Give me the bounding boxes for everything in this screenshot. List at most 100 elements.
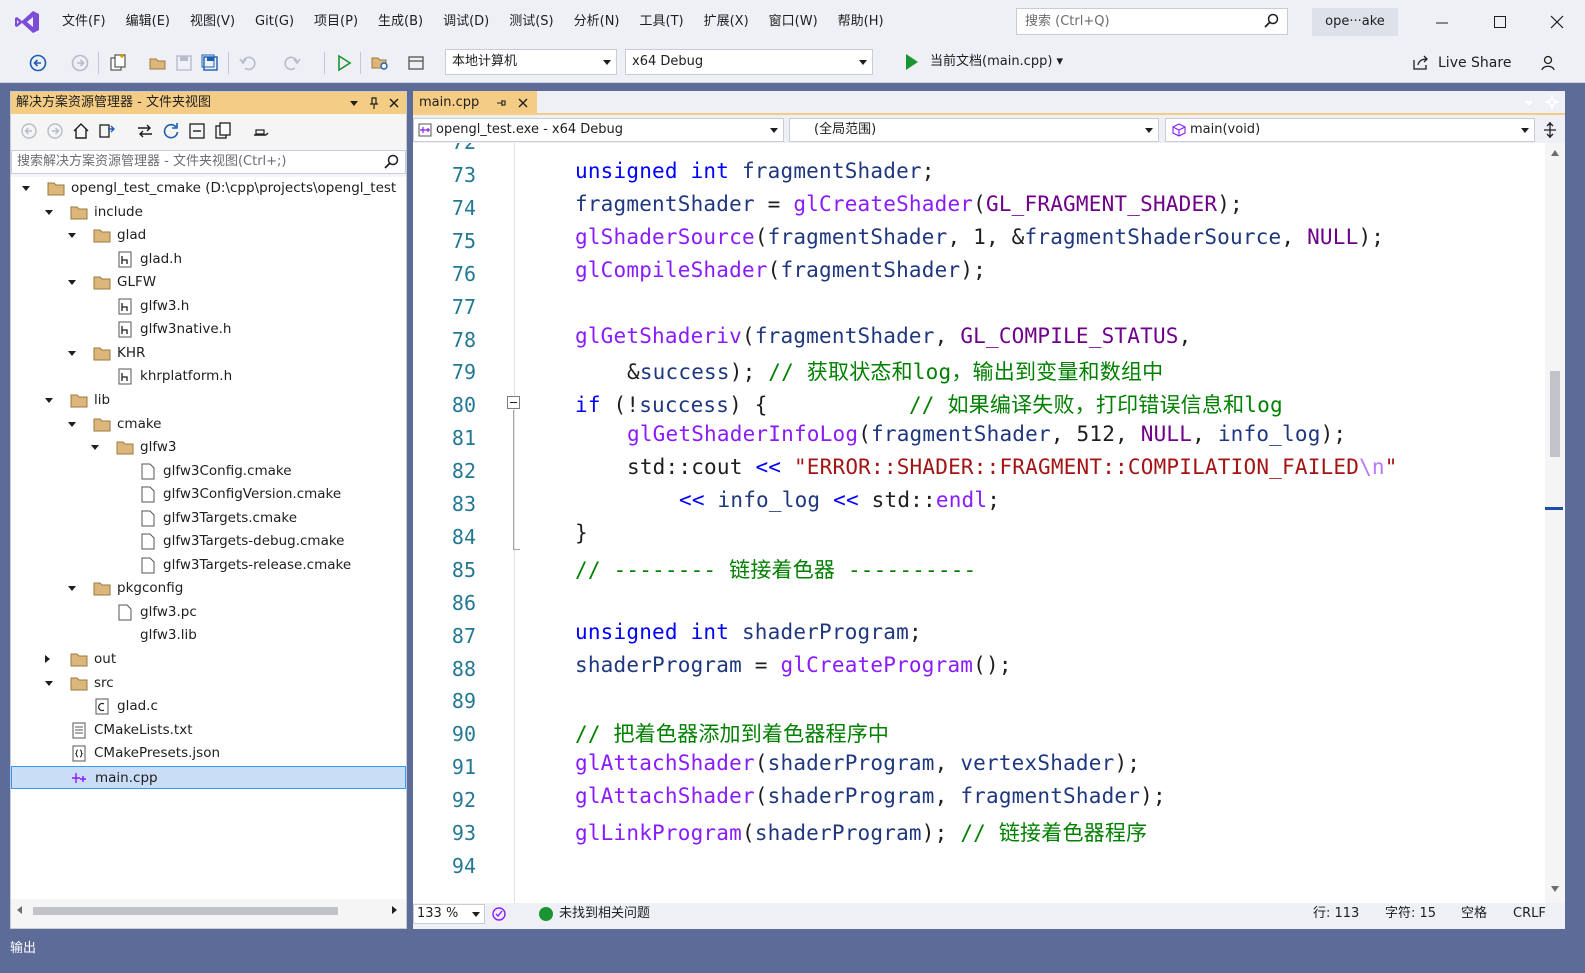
tree-item[interactable]: out: [11, 648, 406, 671]
expanded-chevron-icon[interactable]: [45, 397, 53, 403]
scrollbar-thumb[interactable]: [33, 907, 338, 915]
tree-item[interactable]: pkgconfig: [11, 577, 406, 600]
scroll-left-icon[interactable]: [15, 905, 25, 915]
menu-item-12[interactable]: 帮助(H): [828, 8, 894, 36]
configuration-dropdown[interactable]: x64 Debug: [625, 49, 873, 75]
tree-item[interactable]: glfw3Targets-release.cmake: [11, 554, 406, 577]
tree-item[interactable]: khrplatform.h: [11, 365, 406, 388]
tree-item[interactable]: glfw3Targets.cmake: [11, 507, 406, 530]
expanded-chevron-icon[interactable]: [45, 209, 53, 215]
pin-icon[interactable]: [495, 97, 507, 109]
redo-icon[interactable]: [282, 53, 302, 73]
refresh-icon[interactable]: [161, 121, 181, 141]
horizontal-scrollbar[interactable]: [11, 901, 406, 918]
properties-wrench-icon[interactable]: [251, 121, 271, 141]
tree-item[interactable]: glfw3.lib: [11, 624, 406, 647]
expanded-chevron-icon[interactable]: [68, 233, 76, 239]
menu-item-9[interactable]: 工具(T): [630, 8, 694, 36]
target-machine-dropdown[interactable]: 本地计算机: [445, 49, 617, 75]
open-folder-icon[interactable]: [148, 53, 168, 73]
run-current-document-button[interactable]: 当前文档(main.cpp) ▾: [906, 49, 1063, 75]
line-indicator[interactable]: 行: 113: [1313, 903, 1359, 925]
tree-item[interactable]: glfw3.pc: [11, 601, 406, 624]
tree-item[interactable]: CMakeLists.txt: [11, 719, 406, 742]
close-icon[interactable]: [1545, 10, 1569, 34]
intellicode-icon[interactable]: [491, 906, 507, 922]
navigate-forward-icon[interactable]: [70, 53, 90, 73]
forward-icon[interactable]: [45, 121, 65, 141]
menu-item-5[interactable]: 生成(B): [368, 8, 433, 36]
scroll-right-icon[interactable]: [389, 905, 399, 915]
gear-icon[interactable]: [1545, 95, 1559, 109]
tree-item[interactable]: glfw3native.h: [11, 318, 406, 341]
tree-item[interactable]: src: [11, 672, 406, 695]
expanded-chevron-icon[interactable]: [68, 350, 76, 356]
menu-item-8[interactable]: 分析(N): [564, 8, 630, 36]
tree-item[interactable]: glad.h: [11, 248, 406, 271]
tree-item[interactable]: cmake: [11, 413, 406, 436]
char-indicator[interactable]: 字符: 15: [1385, 903, 1436, 925]
minimize-icon[interactable]: [1430, 10, 1454, 34]
menu-item-7[interactable]: 测试(S): [499, 8, 563, 36]
split-editor-icon[interactable]: [1541, 121, 1559, 139]
scroll-up-icon[interactable]: [1550, 149, 1560, 157]
home-icon[interactable]: [71, 121, 91, 141]
menu-item-2[interactable]: 视图(V): [180, 8, 245, 36]
tree-item[interactable]: glfw3: [11, 436, 406, 459]
menu-item-4[interactable]: 项目(P): [304, 8, 368, 36]
live-share-button[interactable]: Live Share: [1412, 51, 1511, 75]
visual-studio-logo-icon[interactable]: [14, 10, 40, 34]
expanded-chevron-icon[interactable]: [68, 280, 76, 286]
switch-views-icon[interactable]: [97, 121, 117, 141]
navigate-back-icon[interactable]: [28, 53, 48, 73]
tree-item[interactable]: glfw3Targets-debug.cmake: [11, 530, 406, 553]
project-dropdown[interactable]: opengl_test.exe - x64 Debug: [413, 118, 784, 142]
tree-item[interactable]: glfw3Config.cmake: [11, 460, 406, 483]
collapse-all-icon[interactable]: [187, 121, 207, 141]
tree-item[interactable]: glad: [11, 224, 406, 247]
new-project-icon[interactable]: [108, 53, 128, 73]
show-all-files-icon[interactable]: [213, 121, 233, 141]
search-input[interactable]: 搜索 (Ctrl+Q): [1016, 8, 1288, 35]
scrollbar-thumb[interactable]: [1550, 371, 1560, 457]
menu-item-1[interactable]: 编辑(E): [116, 8, 180, 36]
folder-search-icon[interactable]: [370, 53, 390, 73]
close-icon[interactable]: [387, 96, 401, 110]
menu-item-6[interactable]: 调试(D): [433, 8, 499, 36]
window-layout-icon[interactable]: [406, 53, 426, 73]
undo-icon[interactable]: [238, 53, 258, 73]
collapse-region-icon[interactable]: [507, 396, 520, 409]
save-icon[interactable]: [174, 53, 194, 73]
pin-icon[interactable]: [367, 96, 381, 110]
close-tab-icon[interactable]: [517, 97, 529, 109]
tree-item[interactable]: CMakePresets.json: [11, 742, 406, 765]
maximize-icon[interactable]: [1488, 10, 1512, 34]
code-editor[interactable]: 72 73 74 75 76 77 78 79 80 81 82 83 84 85 86 87 88 89 90 91…: [413, 143, 1545, 903]
tree-item[interactable]: lib: [11, 389, 406, 412]
expanded-chevron-icon[interactable]: [68, 421, 76, 427]
expanded-chevron-icon[interactable]: [91, 445, 99, 451]
whitespace-indicator[interactable]: 空格: [1461, 903, 1487, 925]
tab-main-cpp[interactable]: main.cpp: [413, 91, 537, 115]
menu-item-10[interactable]: 扩展(X): [694, 8, 759, 36]
expanded-chevron-icon[interactable]: [68, 586, 76, 592]
tree-item[interactable]: main.cpp: [11, 765, 406, 789]
tree-item[interactable]: glfw3ConfigVersion.cmake: [11, 483, 406, 506]
start-without-debugging-icon[interactable]: [334, 53, 354, 73]
save-all-icon[interactable]: [200, 53, 220, 73]
menu-item-11[interactable]: 窗口(W): [759, 8, 828, 36]
scope-dropdown[interactable]: (全局范围): [789, 118, 1159, 142]
back-icon[interactable]: [19, 121, 39, 141]
member-dropdown[interactable]: main(void): [1165, 118, 1535, 142]
line-ending-indicator[interactable]: CRLF: [1513, 903, 1546, 925]
chevron-down-icon[interactable]: [347, 96, 361, 110]
expanded-chevron-icon[interactable]: [22, 186, 30, 191]
tree-item[interactable]: glad.c: [11, 695, 406, 718]
tab-overflow-chevron-icon[interactable]: [1523, 97, 1535, 109]
collapsed-chevron-icon[interactable]: [45, 655, 50, 663]
sync-icon[interactable]: [135, 121, 155, 141]
expanded-chevron-icon[interactable]: [45, 680, 53, 686]
tree-item[interactable]: include: [11, 201, 406, 224]
solution-name-badge[interactable]: ope···ake: [1312, 8, 1398, 36]
feedback-person-icon[interactable]: [1540, 53, 1560, 73]
